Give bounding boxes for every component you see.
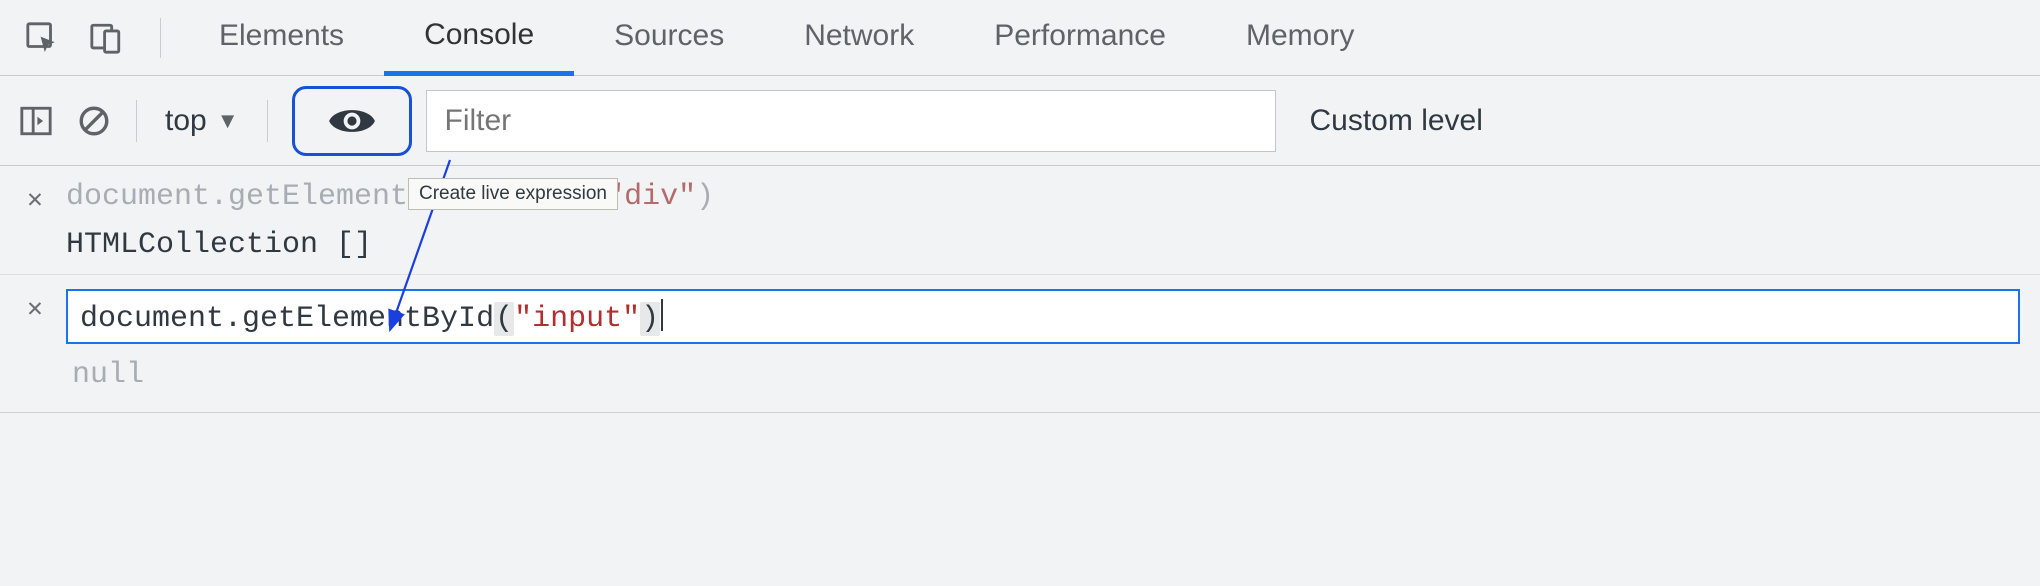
console-sidebar-toggle-icon[interactable] (14, 99, 58, 143)
tabs-leading-icons (14, 16, 179, 60)
live-expression-row: ✕ document.getElementsByTagName("div") H… (0, 166, 2040, 274)
divider (160, 18, 161, 58)
tab-sources[interactable]: Sources (574, 0, 764, 76)
execution-context-selector[interactable]: top ▼ (157, 104, 247, 138)
tab-elements[interactable]: Elements (179, 0, 384, 76)
live-expression-result: HTMLCollection [] (66, 228, 2020, 262)
log-levels-selector[interactable]: Custom level (1310, 104, 1483, 138)
tab-console[interactable]: Console (384, 0, 574, 76)
clear-console-icon[interactable] (72, 99, 116, 143)
live-expression-row: ✕ document.getElementById("input") (0, 274, 2040, 348)
live-expression-code[interactable]: document.getElementsByTagName("div") (66, 180, 2020, 214)
chevron-down-icon: ▼ (217, 108, 239, 134)
tab-network[interactable]: Network (764, 0, 954, 76)
divider (267, 100, 268, 142)
tab-performance[interactable]: Performance (954, 0, 1206, 76)
device-toggle-icon[interactable] (84, 16, 128, 60)
live-expressions-area: ✕ document.getElementsByTagName("div") H… (0, 166, 2040, 413)
divider (136, 100, 137, 142)
tab-memory[interactable]: Memory (1206, 0, 1394, 76)
create-live-expression-button[interactable] (292, 86, 412, 156)
devtools-tabs: Elements Console Sources Network Perform… (0, 0, 2040, 76)
inspect-element-icon[interactable] (20, 16, 64, 60)
live-expression-result: null (0, 348, 2040, 412)
console-filter-input[interactable] (426, 90, 1276, 152)
close-icon[interactable]: ✕ (20, 180, 50, 215)
execution-context-label: top (165, 104, 207, 138)
console-toolbar: top ▼ Custom level (0, 76, 2040, 166)
live-expression-editor[interactable]: document.getElementById("input") (66, 289, 2020, 344)
tooltip: Create live expression (408, 178, 618, 210)
close-icon[interactable]: ✕ (20, 289, 50, 324)
